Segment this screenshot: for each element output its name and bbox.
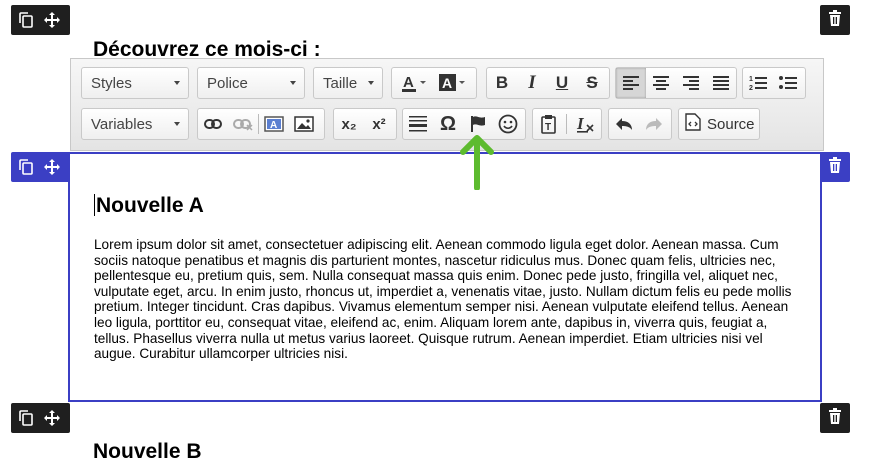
trash-icon xyxy=(828,156,842,178)
next-block-heading: Nouvelle B xyxy=(93,440,202,463)
top-block-heading: Découvrez ce mois-ci : xyxy=(93,38,321,58)
block-toolbar-active xyxy=(11,152,70,182)
chevron-down-icon xyxy=(174,81,180,85)
justify-icon[interactable] xyxy=(706,68,736,98)
svg-text:I: I xyxy=(576,114,585,133)
background-color-icon[interactable]: A xyxy=(434,68,472,98)
subscript-button[interactable]: x₂ xyxy=(334,109,364,139)
annotation-arrow-up-icon xyxy=(460,135,494,190)
delete-block-bottom-button[interactable] xyxy=(820,403,850,433)
text-color-icon[interactable]: A xyxy=(396,68,434,98)
variables-dropdown[interactable]: Variables xyxy=(81,108,189,140)
active-block-paragraph[interactable]: Lorem ipsum dolor sit amet, consectetuer… xyxy=(94,237,794,362)
svg-text:A: A xyxy=(270,120,277,131)
bullet-list-icon[interactable] xyxy=(773,68,803,98)
delete-block-active-button[interactable] xyxy=(820,152,850,182)
link-icon[interactable] xyxy=(198,109,228,139)
align-right-icon[interactable] xyxy=(676,68,706,98)
move-icon[interactable] xyxy=(43,158,61,176)
image-icon[interactable] xyxy=(289,109,319,139)
block-toolbar-top xyxy=(11,5,70,35)
smiley-icon[interactable] xyxy=(493,109,523,139)
svg-text:A: A xyxy=(442,75,452,91)
list-group: 12 xyxy=(742,67,806,99)
move-icon[interactable] xyxy=(43,409,61,427)
unlink-icon[interactable] xyxy=(228,109,258,139)
superscript-button[interactable]: x² xyxy=(364,109,394,139)
svg-text:A: A xyxy=(403,74,414,91)
source-button[interactable]: Source xyxy=(678,108,760,140)
active-block-title[interactable]: Nouvelle A xyxy=(94,194,204,218)
chevron-down-icon xyxy=(368,81,374,85)
bold-button[interactable]: B xyxy=(487,68,517,98)
format-group: T I xyxy=(532,108,602,140)
styles-dropdown[interactable]: Styles xyxy=(81,67,189,99)
delete-block-top-button[interactable] xyxy=(820,5,850,35)
styles-dropdown-label: Styles xyxy=(91,74,132,92)
paste-text-icon[interactable]: T xyxy=(534,109,564,139)
insert-group: A xyxy=(197,108,325,140)
trash-icon xyxy=(828,407,842,429)
variables-dropdown-label: Variables xyxy=(91,115,153,133)
source-icon xyxy=(685,113,701,135)
italic-button[interactable]: I xyxy=(517,68,547,98)
font-dropdown-label: Police xyxy=(207,74,248,92)
basic-styles-group: B I U S xyxy=(486,67,610,99)
align-group xyxy=(615,67,737,99)
move-icon[interactable] xyxy=(43,11,61,29)
undo-icon[interactable] xyxy=(609,109,639,139)
svg-text:2: 2 xyxy=(749,85,753,91)
copy-icon[interactable] xyxy=(17,11,35,29)
text-cursor xyxy=(94,194,95,216)
history-group xyxy=(608,108,672,140)
remove-format-icon[interactable]: I xyxy=(570,109,600,139)
redo-icon[interactable] xyxy=(639,109,669,139)
color-group: A A xyxy=(391,67,477,99)
svg-text:1: 1 xyxy=(749,76,753,83)
horizontal-line-icon[interactable] xyxy=(403,109,433,139)
size-dropdown-label: Taille xyxy=(323,74,358,92)
numbered-list-icon[interactable]: 12 xyxy=(743,68,773,98)
align-center-icon[interactable] xyxy=(646,68,676,98)
source-button-label: Source xyxy=(707,115,755,133)
script-group: x₂ x² xyxy=(333,108,397,140)
copy-icon[interactable] xyxy=(17,409,35,427)
block-toolbar-bottom xyxy=(11,403,70,433)
active-block-title-text: Nouvelle A xyxy=(96,194,204,217)
active-text-block[interactable]: Nouvelle A Lorem ipsum dolor sit amet, c… xyxy=(68,152,822,402)
strike-button[interactable]: S xyxy=(577,68,607,98)
copy-icon[interactable] xyxy=(17,158,35,176)
underline-button[interactable]: U xyxy=(547,68,577,98)
size-dropdown[interactable]: Taille xyxy=(313,67,383,99)
svg-text:T: T xyxy=(545,122,551,133)
textfield-icon[interactable]: A xyxy=(259,109,289,139)
chevron-down-icon xyxy=(290,81,296,85)
chevron-down-icon xyxy=(174,122,180,126)
toolbar-separator xyxy=(566,114,568,134)
rich-text-toolbar: Styles Police Taille A A B I U S 1 2 Var… xyxy=(70,58,824,151)
font-dropdown[interactable]: Police xyxy=(197,67,305,99)
align-left-icon[interactable] xyxy=(616,68,646,98)
trash-icon xyxy=(828,9,842,31)
